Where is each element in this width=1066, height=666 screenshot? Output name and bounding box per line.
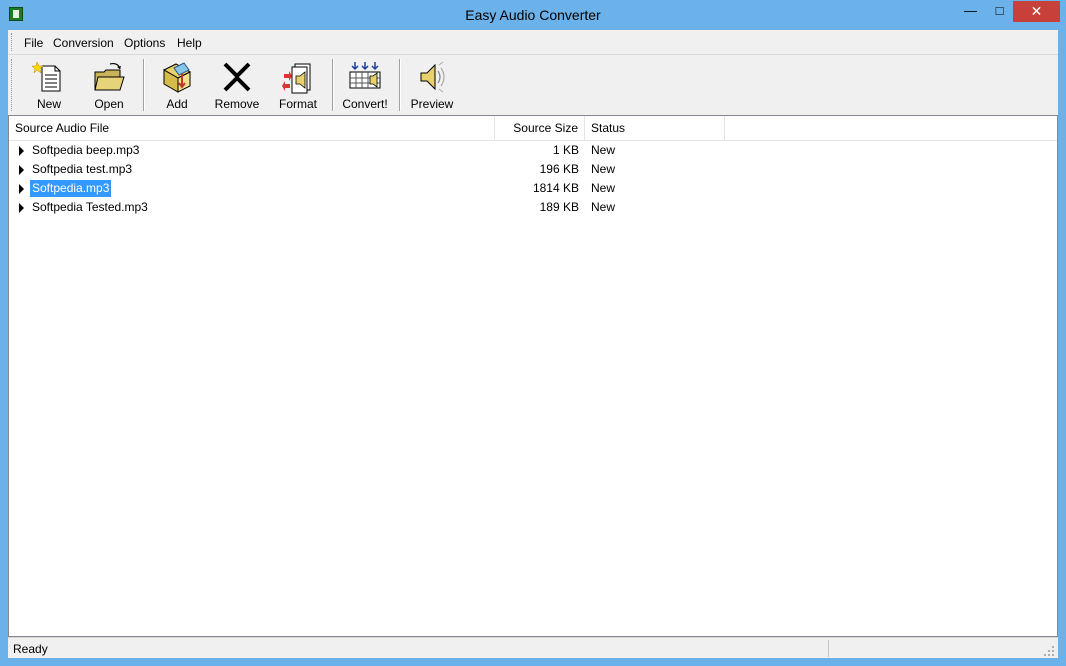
format-button[interactable]: Format: [269, 58, 327, 112]
file-name: Softpedia beep.mp3: [32, 143, 140, 157]
status-text: Ready: [13, 642, 48, 656]
toolbar-separator: [399, 59, 401, 111]
expand-arrow-icon[interactable]: [19, 165, 24, 175]
file-name-selected: Softpedia.mp3: [30, 180, 112, 197]
add-files-icon: [162, 62, 192, 93]
minimize-button[interactable]: —: [957, 1, 984, 22]
file-status: New: [591, 162, 616, 176]
table-row[interactable]: Softpedia.mp3 1814 KB New: [9, 179, 1057, 198]
column-header-status[interactable]: Status: [585, 116, 725, 140]
toolbar-separator: [332, 59, 334, 111]
format-icon: [282, 63, 311, 94]
column-header-source-size[interactable]: Source Size: [495, 116, 585, 140]
preview-label: Preview: [410, 97, 454, 111]
file-name: Softpedia Tested.mp3: [32, 200, 148, 214]
audio-file-list[interactable]: Source Audio File Source Size Status Sof…: [8, 115, 1058, 637]
table-row[interactable]: Softpedia test.mp3 196 KB New: [9, 160, 1057, 179]
open-label: Open: [94, 97, 124, 111]
file-name: Softpedia test.mp3: [32, 162, 133, 176]
convert-icon: [349, 62, 381, 89]
remove-x-icon: [223, 62, 251, 92]
list-header: Source Audio File Source Size Status: [9, 116, 1057, 141]
close-button[interactable]: ✕: [1013, 1, 1060, 22]
status-pane-divider: [828, 640, 829, 657]
file-size: 1 KB: [552, 143, 579, 157]
expand-arrow-icon[interactable]: [19, 146, 24, 156]
remove-label: Remove: [214, 97, 260, 111]
table-row[interactable]: Softpedia Tested.mp3 189 KB New: [9, 198, 1057, 217]
add-button[interactable]: Add: [148, 58, 206, 112]
resize-grip-icon[interactable]: [1043, 645, 1055, 657]
file-status: New: [591, 181, 616, 195]
file-status: New: [591, 143, 616, 157]
expand-arrow-icon[interactable]: [19, 203, 24, 213]
speaker-icon: [420, 61, 445, 93]
table-row[interactable]: Softpedia beep.mp3 1 KB New: [9, 141, 1057, 160]
menu-conversion[interactable]: Conversion: [53, 36, 114, 50]
app-window: Easy Audio Converter — □ ✕ File Conversi…: [0, 0, 1066, 666]
new-label: New: [36, 97, 61, 111]
file-status: New: [591, 200, 616, 214]
toolbar-separator: [143, 59, 145, 111]
menu-help[interactable]: Help: [177, 36, 202, 50]
menu-bar: File Conversion Options Help: [8, 30, 1058, 55]
title-bar[interactable]: Easy Audio Converter — □ ✕: [0, 0, 1066, 30]
maximize-button[interactable]: □: [986, 1, 1013, 22]
window-title: Easy Audio Converter: [465, 7, 601, 23]
open-button[interactable]: Open: [80, 58, 138, 112]
file-size: 196 KB: [539, 162, 579, 176]
add-label: Add: [166, 97, 188, 111]
expand-arrow-icon[interactable]: [19, 184, 24, 194]
status-bar: Ready: [8, 637, 1058, 659]
toolbar-grip[interactable]: [11, 59, 14, 111]
preview-button[interactable]: Preview: [403, 58, 461, 112]
file-size: 1814 KB: [532, 181, 579, 195]
toolbar: New Open Add Remove Format Convert! Prev…: [8, 55, 1058, 116]
client-area: File Conversion Options Help New Open Ad…: [8, 30, 1058, 658]
open-folder-icon: [94, 62, 125, 91]
convert-label: Convert!: [342, 97, 388, 111]
format-label: Format: [278, 97, 317, 111]
menu-file[interactable]: File: [24, 36, 43, 50]
new-document-icon: [32, 61, 61, 92]
menubar-grip[interactable]: [11, 33, 14, 51]
file-size: 189 KB: [539, 200, 579, 214]
menu-options[interactable]: Options: [124, 36, 165, 50]
column-header-source-file[interactable]: Source Audio File: [9, 116, 495, 140]
remove-button[interactable]: Remove: [208, 58, 266, 112]
convert-button[interactable]: Convert!: [336, 58, 394, 112]
new-button[interactable]: New: [20, 58, 78, 112]
